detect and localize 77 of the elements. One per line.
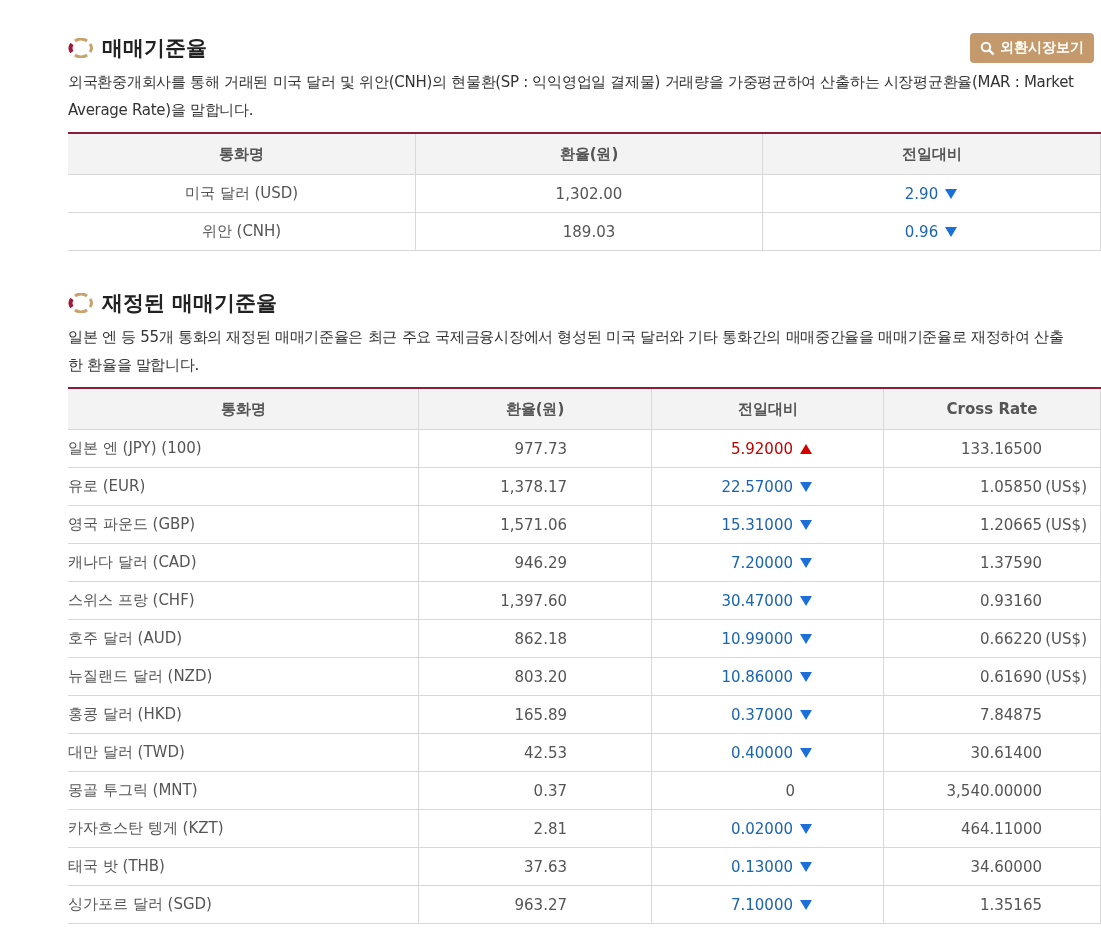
table-cell-text: 1.05850: [978, 477, 1042, 496]
table-cell: 42.53: [418, 733, 652, 772]
ring-icon: [68, 38, 94, 58]
table-cell: 946.29: [418, 543, 652, 582]
table-cell: 0.13000: [730, 857, 793, 876]
table-cell: 일본 엔 (JPY) (100): [68, 429, 419, 468]
unit-label: (US$): [1044, 477, 1087, 496]
column-header: 전일대비: [651, 388, 884, 430]
table-cell-text: 0.93160: [978, 591, 1042, 610]
table-cell-text: 464.11000: [959, 819, 1042, 838]
unit-label: (US$): [1044, 515, 1087, 534]
table-cell: 189.03: [415, 212, 763, 251]
table-cell: 30.47000: [721, 591, 793, 610]
section-title: 재정된 매매기준율: [102, 290, 278, 317]
table-cell: 0.40000: [730, 743, 793, 762]
table-cell: 카자흐스탄 텡게 (KZT): [68, 809, 419, 848]
section-title: 매매기준율: [102, 35, 207, 62]
table-cell-text: 1.37590: [978, 553, 1042, 572]
column-header: 전일대비: [762, 133, 1101, 175]
column-header: Cross Rate: [883, 388, 1101, 430]
table-cell: 몽골 투그릭 (MNT): [68, 771, 419, 810]
table-cell: 165.89: [418, 695, 652, 734]
table-cell: 22.57000: [721, 477, 793, 496]
unit-label: (US$): [1044, 667, 1087, 686]
table-cell: 2.90: [904, 184, 939, 203]
table-cell: 7.20000: [730, 553, 793, 572]
table-cell: 37.63: [418, 847, 652, 886]
table-cell: 호주 달러 (AUD): [68, 619, 419, 658]
table-cell: 0.37000: [730, 705, 793, 724]
table-cell: 963.27: [418, 885, 652, 924]
table-cell: 5.92000: [730, 439, 793, 458]
table-cell-text: 0: [785, 781, 796, 800]
market-view-button[interactable]: 외환시장보기: [970, 33, 1094, 63]
table-cell: 뉴질랜드 달러 (NZD): [68, 657, 419, 696]
column-header: 통화명: [68, 133, 416, 175]
table-cell: 스위스 프랑 (CHF): [68, 581, 419, 620]
table-cell: 15.31000: [721, 515, 793, 534]
table-cell-text: 0.61690: [978, 667, 1042, 686]
table-cell: 위안 (CNH): [68, 212, 416, 251]
table-cell-text: 30.61400: [969, 743, 1042, 762]
table-cell-text: 3,540.00000: [945, 781, 1042, 800]
table-cell-text: 7.84875: [978, 705, 1042, 724]
table-cell: 7.10000: [730, 895, 793, 914]
table-cell: 977.73: [418, 429, 652, 468]
table-cell: 캐나다 달러 (CAD): [68, 543, 419, 582]
table-cell-text: 1.35165: [978, 895, 1042, 914]
table-cell: 유로 (EUR): [68, 467, 419, 506]
table-cell: 10.86000: [721, 667, 793, 686]
table-cell: 0.02000: [730, 819, 793, 838]
table-cell: 영국 파운드 (GBP): [68, 505, 419, 544]
table-cell-text: 0.66220: [978, 629, 1042, 648]
table-cell: 862.18: [418, 619, 652, 658]
description: 외국환중개회사를 통해 거래된 미국 달러 및 위안(CNH)의 현물환(SP : 익익영업일 결제물) 거래량을 가중평균하여 산출하는 시장평균환율(MAR : Market Average Rate)을 말합니다.: [68, 72, 1075, 121]
unit-label: (US$): [1044, 629, 1087, 648]
table-cell: 0.37: [418, 771, 652, 810]
table-cell: 803.20: [418, 657, 652, 696]
table-cell: 1,397.60: [418, 581, 652, 620]
column-header: 통화명: [68, 388, 419, 430]
table-cell-text: 34.60000: [969, 857, 1042, 876]
table-cell: 1,378.17: [418, 467, 652, 506]
table-cell: 태국 밧 (THB): [68, 847, 419, 886]
table-cell: 미국 달러 (USD): [68, 174, 416, 213]
column-header: 환율(원): [415, 133, 763, 175]
description: 일본 엔 등 55개 통화의 재정된 매매기준율은 최근 주요 국제금융시장에서 형성된 미국 달러와 기타 통화간의 매매중간율을 매매기준율로 재정하여 산출한 환율을 말합니다.: [68, 327, 1065, 376]
table-cell: 1,302.00: [415, 174, 763, 213]
table-cell: 싱가포르 달러 (SGD): [68, 885, 419, 924]
table-cell-text: 133.16500: [959, 439, 1042, 458]
table-cell-text: 1.20665: [978, 515, 1042, 534]
ring-icon: [68, 293, 94, 313]
search-icon: [980, 40, 995, 56]
table-cell: 홍콩 달러 (HKD): [68, 695, 419, 734]
table-cell: 2.81: [418, 809, 652, 848]
table-cell: 0.96: [904, 222, 939, 241]
table-cell: 대만 달러 (TWD): [68, 733, 419, 772]
table-cell: 10.99000: [721, 629, 793, 648]
column-header: 환율(원): [418, 388, 652, 430]
table-cell: 1,571.06: [418, 505, 652, 544]
